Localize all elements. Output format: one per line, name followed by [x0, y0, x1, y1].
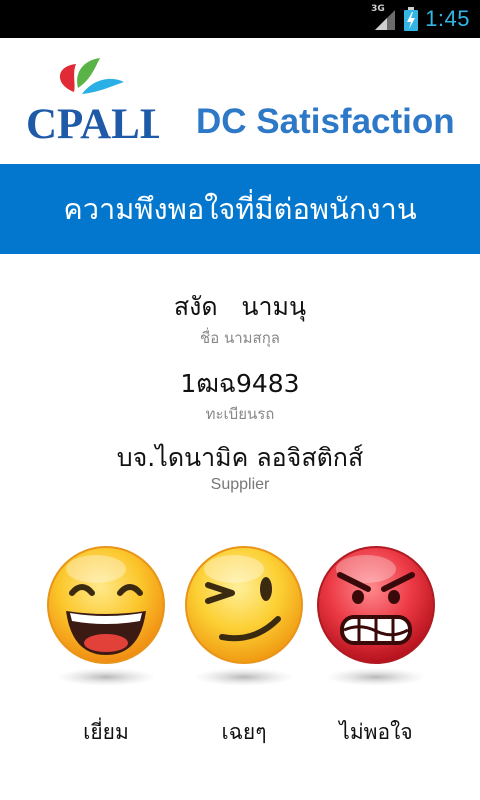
app-header: CPALL DC Satisfaction — [0, 38, 480, 164]
plate-caption: ทะเบียนรถ — [205, 405, 275, 423]
battery-charging-icon — [403, 6, 419, 32]
survey-banner: ความพึงพอใจที่มีต่อพนักงาน — [0, 164, 480, 254]
license-plate-caption: ทะเบียนรถ — [0, 402, 480, 426]
rating-dissatisfied-label[interactable]: ไม่พอใจ — [314, 716, 438, 749]
banner-text: ความพึงพอใจที่มีต่อพนักงาน — [63, 192, 417, 226]
angry-face-icon — [317, 546, 435, 686]
rating-excellent-label[interactable]: เยี่ยม — [44, 716, 168, 749]
clock: 1:45 — [425, 6, 470, 31]
employee-name-value: สงัด นามนุ — [173, 292, 307, 321]
app-title: DC Satisfaction — [196, 102, 455, 141]
license-plate-value: 1ฒฉ9483 — [180, 369, 300, 398]
rating-dissatisfied-button[interactable] — [314, 545, 438, 695]
rating-neutral-button[interactable] — [182, 545, 306, 695]
supplier-caption: Supplier — [0, 476, 480, 494]
license-plate: 1ฒฉ9483 — [0, 364, 480, 404]
logo-text: CPALL — [26, 101, 159, 144]
rating-neutral-label[interactable]: เฉยๆ — [182, 716, 306, 749]
rating-excellent-button[interactable] — [44, 545, 168, 695]
supplier-value: บจ.ไดนามิค ลอจิสติกส์ — [116, 443, 364, 472]
laughing-face-icon — [47, 546, 165, 686]
name-caption: ชื่อ นามสกุล — [200, 329, 280, 347]
status-bar: 3G 1:45 — [0, 0, 480, 38]
supplier: บจ.ไดนามิค ลอจิสติกส์ — [0, 438, 480, 478]
employee-name-caption: ชื่อ นามสกุล — [0, 326, 480, 350]
employee-name: สงัด นามนุ — [0, 287, 480, 327]
supplier-caption-text: Supplier — [210, 476, 270, 493]
winking-face-icon — [185, 546, 303, 686]
signal-icon: 3G — [371, 4, 397, 32]
cpall-logo: CPALL — [24, 54, 169, 148]
